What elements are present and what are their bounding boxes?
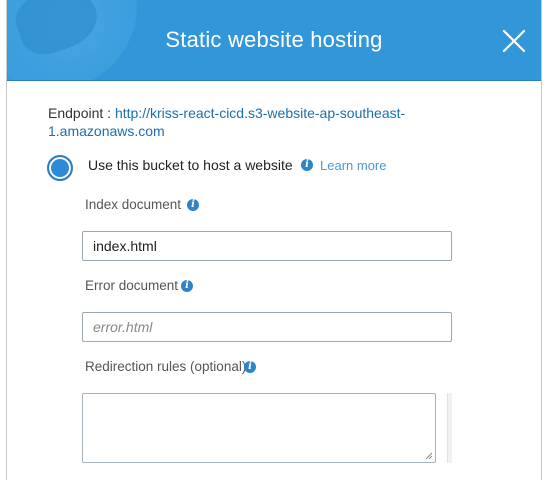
info-icon[interactable]: i — [244, 361, 256, 373]
index-document-label: Index document — [85, 197, 182, 212]
resize-handle-icon[interactable] — [425, 452, 433, 460]
textarea-scrollbar[interactable] — [447, 393, 452, 463]
close-icon[interactable] — [501, 28, 527, 54]
index-document-input[interactable] — [82, 231, 452, 261]
host-website-radio[interactable] — [47, 155, 73, 181]
info-icon[interactable]: i — [187, 199, 199, 211]
info-icon[interactable]: i — [181, 280, 193, 292]
redirection-rules-textarea[interactable] — [82, 393, 436, 463]
error-document-label: Error document — [85, 278, 179, 293]
dialog-body: Endpoint : http://kriss-react-cicd.s3-we… — [7, 81, 541, 480]
endpoint-line: Endpoint : http://kriss-react-cicd.s3-we… — [48, 104, 438, 140]
error-document-input[interactable] — [82, 312, 452, 342]
redirection-rules-label: Redirection rules (optional) — [85, 359, 247, 374]
dialog-header: Static website hosting — [7, 0, 541, 81]
static-website-hosting-dialog: Static website hosting Endpoint : http:/… — [6, 0, 542, 480]
endpoint-label: Endpoint : — [48, 105, 112, 121]
info-icon[interactable]: i — [301, 159, 313, 171]
host-website-label: Use this bucket to host a website — [88, 157, 293, 173]
dialog-title: Static website hosting — [165, 27, 383, 52]
learn-more-link[interactable]: Learn more — [320, 158, 386, 173]
